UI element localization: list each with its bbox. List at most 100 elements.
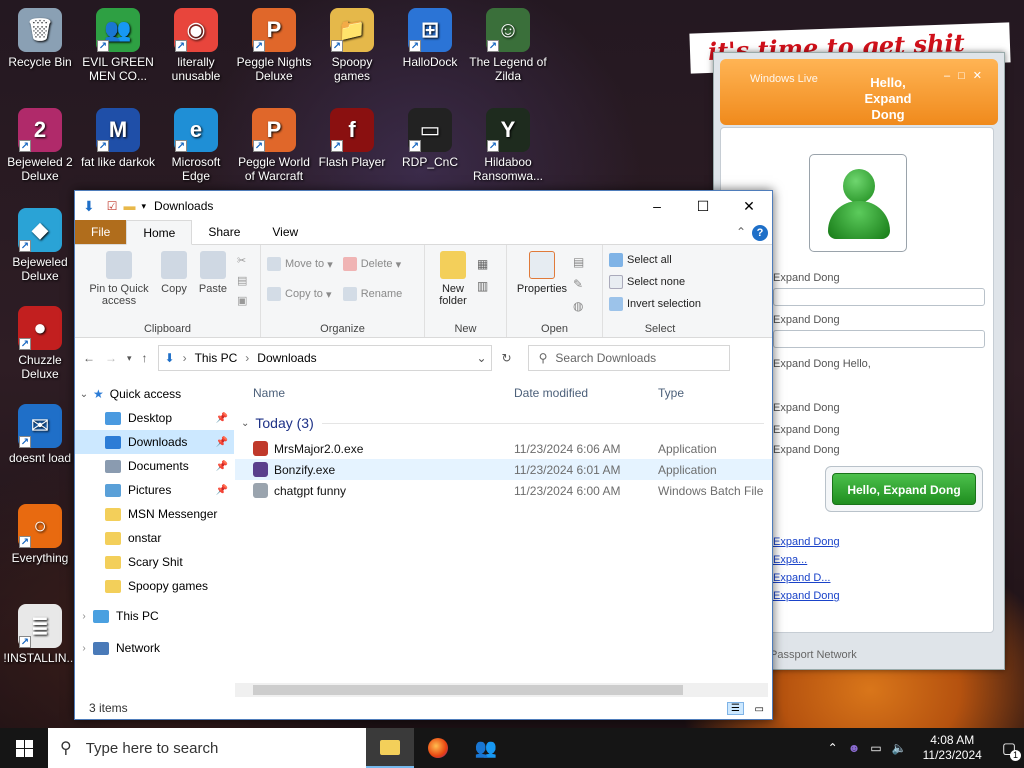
nav-item[interactable]: Documents 📌 [75, 454, 234, 478]
desktop-icon[interactable]: P ↗ Peggle Nights Deluxe [234, 8, 314, 83]
file-row[interactable]: Bonzify.exe 11/23/2024 6:01 AM Application [235, 459, 772, 480]
desktop-icon[interactable]: ● ↗ Chuzzle Deluxe [0, 306, 80, 381]
tab-file[interactable]: File [75, 220, 127, 244]
breadcrumb-downloads[interactable]: Downloads [257, 351, 316, 365]
nav-item[interactable]: Scary Shit [75, 550, 234, 574]
file-explorer-window[interactable]: ⬇ ☑ ▬ ▾ Downloads – ☐ ✕ File Home Share … [74, 190, 773, 720]
nav-this-pc[interactable]: › This PC [75, 604, 234, 628]
desktop-icon[interactable]: ◉ ↗ literally unusable [156, 8, 236, 83]
bonzi-tray-icon[interactable]: ☻ [848, 741, 861, 755]
taskbar-msn-messenger[interactable]: 👥 [462, 728, 510, 768]
paste-button[interactable]: Paste [191, 249, 235, 295]
msn-link-1[interactable]: Expand Dong [773, 536, 840, 548]
copy-to-button[interactable]: Copy to ▾ [267, 283, 333, 305]
desktop-icon[interactable]: M ↗ fat like darkok [78, 108, 158, 169]
refresh-icon[interactable]: ↻ [502, 351, 512, 365]
taskbar-firefox[interactable] [414, 728, 462, 768]
hello-expand-dong-button[interactable]: Hello, Expand Dong [825, 466, 983, 512]
address-bar[interactable]: ⬇ › This PC › Downloads ⌄ [157, 345, 492, 371]
desktop-icon[interactable]: ◆ ↗ Bejeweled Deluxe [0, 208, 80, 283]
network-icon[interactable]: ▭ [870, 741, 881, 755]
new-folder-button[interactable]: New folder [431, 249, 475, 307]
msn-field-1[interactable] [773, 288, 985, 306]
quick-access-toolbar-icon[interactable]: ⬇ [83, 198, 95, 215]
nav-item[interactable]: MSN Messenger [75, 502, 234, 526]
clock[interactable]: 4:08 AM 11/23/2024 [923, 733, 982, 763]
desktop-icon[interactable]: ⊞ ↗ HalloDock [390, 8, 470, 69]
notifications-icon[interactable]: ▢ 1 [1002, 739, 1021, 761]
desktop-icon[interactable]: ○ ↗ Everything [0, 504, 80, 565]
desktop-icon[interactable]: 2 ↗ Bejeweled 2 Deluxe [0, 108, 80, 183]
title-bar[interactable]: ⬇ ☑ ▬ ▾ Downloads – ☐ ✕ [75, 191, 772, 221]
cut-icon[interactable]: ✂ ▤ ▣ [237, 251, 247, 311]
desktop-icon[interactable]: 👥 ↗ EVIL GREEN MEN CO... [78, 8, 158, 83]
search-input[interactable]: ⚲ Search Downloads [527, 345, 730, 371]
desktop-icon[interactable]: ✉ ↗ doesnt load [0, 404, 80, 465]
maximize-button[interactable]: ☐ [680, 191, 726, 221]
nav-network[interactable]: › Network [75, 636, 234, 660]
msn-link-4[interactable]: Expand Dong [773, 590, 840, 602]
rename-button[interactable]: Rename [342, 283, 402, 305]
details-view-icon[interactable]: ☰ [727, 702, 744, 715]
customize-toolbar-icon[interactable]: ▾ [142, 201, 147, 212]
msn-field-2[interactable] [773, 330, 985, 348]
file-row[interactable]: MrsMajor2.0.exe 11/23/2024 6:06 AM Applica… [235, 438, 772, 459]
help-icon[interactable]: ? [752, 225, 768, 241]
address-dropdown-icon[interactable]: ⌄ [476, 351, 486, 365]
msn-window-controls[interactable]: –□✕ [944, 69, 990, 82]
taskbar-search-box[interactable]: ⚲ Type here to search [48, 728, 366, 768]
desktop-icon[interactable]: f ↗ Flash Player [312, 108, 392, 169]
start-button[interactable] [0, 728, 48, 768]
tab-view[interactable]: View [256, 220, 314, 244]
msn-link-3[interactable]: Expand D... [773, 572, 830, 584]
desktop-icon[interactable]: ≣ ↗ !INSTALLIN... [0, 604, 80, 665]
column-name[interactable]: Name [253, 386, 514, 400]
desktop-icon[interactable]: P ↗ Peggle World of Warcraft [234, 108, 314, 183]
copy-button[interactable]: Copy [157, 249, 191, 295]
open-icons[interactable]: ▤ ✎ ◍ [573, 251, 584, 317]
buddy-avatar[interactable] [809, 154, 907, 252]
tab-share[interactable]: Share [192, 220, 256, 244]
desktop-icon[interactable]: 📁 ↗ Spoopy games [312, 8, 392, 83]
msn-link-2[interactable]: Expa... [773, 554, 807, 566]
desktop-icon[interactable]: ☺ ↗ The Legend of Zilda [468, 8, 548, 83]
tab-home[interactable]: Home [126, 220, 193, 245]
horizontal-scrollbar[interactable] [235, 683, 768, 697]
show-hidden-icons-icon[interactable]: ⌃ [828, 741, 838, 755]
msn-buddy-icon: 👥 [474, 737, 498, 758]
nav-item[interactable]: Pictures 📌 [75, 478, 234, 502]
nav-item[interactable]: onstar [75, 526, 234, 550]
select-none-button[interactable]: Select none [609, 271, 711, 293]
minimize-button[interactable]: – [634, 191, 680, 221]
select-all-button[interactable]: Select all [609, 249, 711, 271]
nav-item[interactable]: Spoopy games [75, 574, 234, 598]
nav-quick-access[interactable]: ⌄ ★ Quick access [75, 382, 234, 406]
desktop-icon[interactable]: e ↗ Microsoft Edge [156, 108, 236, 183]
invert-selection-button[interactable]: Invert selection [609, 293, 711, 315]
nav-item[interactable]: Downloads 📌 [75, 430, 234, 454]
move-to-button[interactable]: Move to ▾ [267, 253, 333, 275]
group-header-today[interactable]: ⌄ Today (3) [235, 408, 772, 438]
desktop-icon[interactable]: ▭ ↗ RDP_CnC [390, 108, 470, 169]
column-type[interactable]: Type [658, 386, 684, 400]
back-icon[interactable]: ← [83, 351, 95, 365]
collapse-ribbon-icon[interactable]: ⌃ [736, 225, 746, 239]
breadcrumb-this-pc[interactable]: This PC [195, 351, 238, 365]
recent-locations-icon[interactable]: ▾ [127, 353, 132, 364]
new-item-icon[interactable]: ▦ ▥ [477, 253, 488, 297]
forward-icon[interactable]: → [105, 351, 117, 365]
column-date-modified[interactable]: Date modified [514, 386, 658, 400]
desktop-icon[interactable]: Y ↗ Hildaboo Ransomwa... [468, 108, 548, 183]
pin-to-quick-access-button[interactable]: Pin to Quick access [81, 249, 157, 307]
desktop-icon[interactable]: 🗑 Recycle Bin [0, 8, 80, 69]
large-icons-view-icon[interactable]: ▭ [755, 704, 764, 715]
nav-item[interactable]: Desktop 📌 [75, 406, 234, 430]
up-icon[interactable]: ↑ [142, 351, 148, 365]
delete-button[interactable]: Delete ▾ [342, 253, 403, 275]
taskbar-file-explorer[interactable] [366, 728, 414, 768]
properties-button[interactable]: Properties [513, 249, 571, 295]
volume-icon[interactable]: 🔈 [892, 741, 907, 755]
file-row[interactable]: chatgpt funny 11/23/2024 6:00 AM Windows B… [235, 480, 772, 501]
properties-icon[interactable]: ☑ [107, 199, 118, 213]
close-button[interactable]: ✕ [726, 191, 772, 221]
